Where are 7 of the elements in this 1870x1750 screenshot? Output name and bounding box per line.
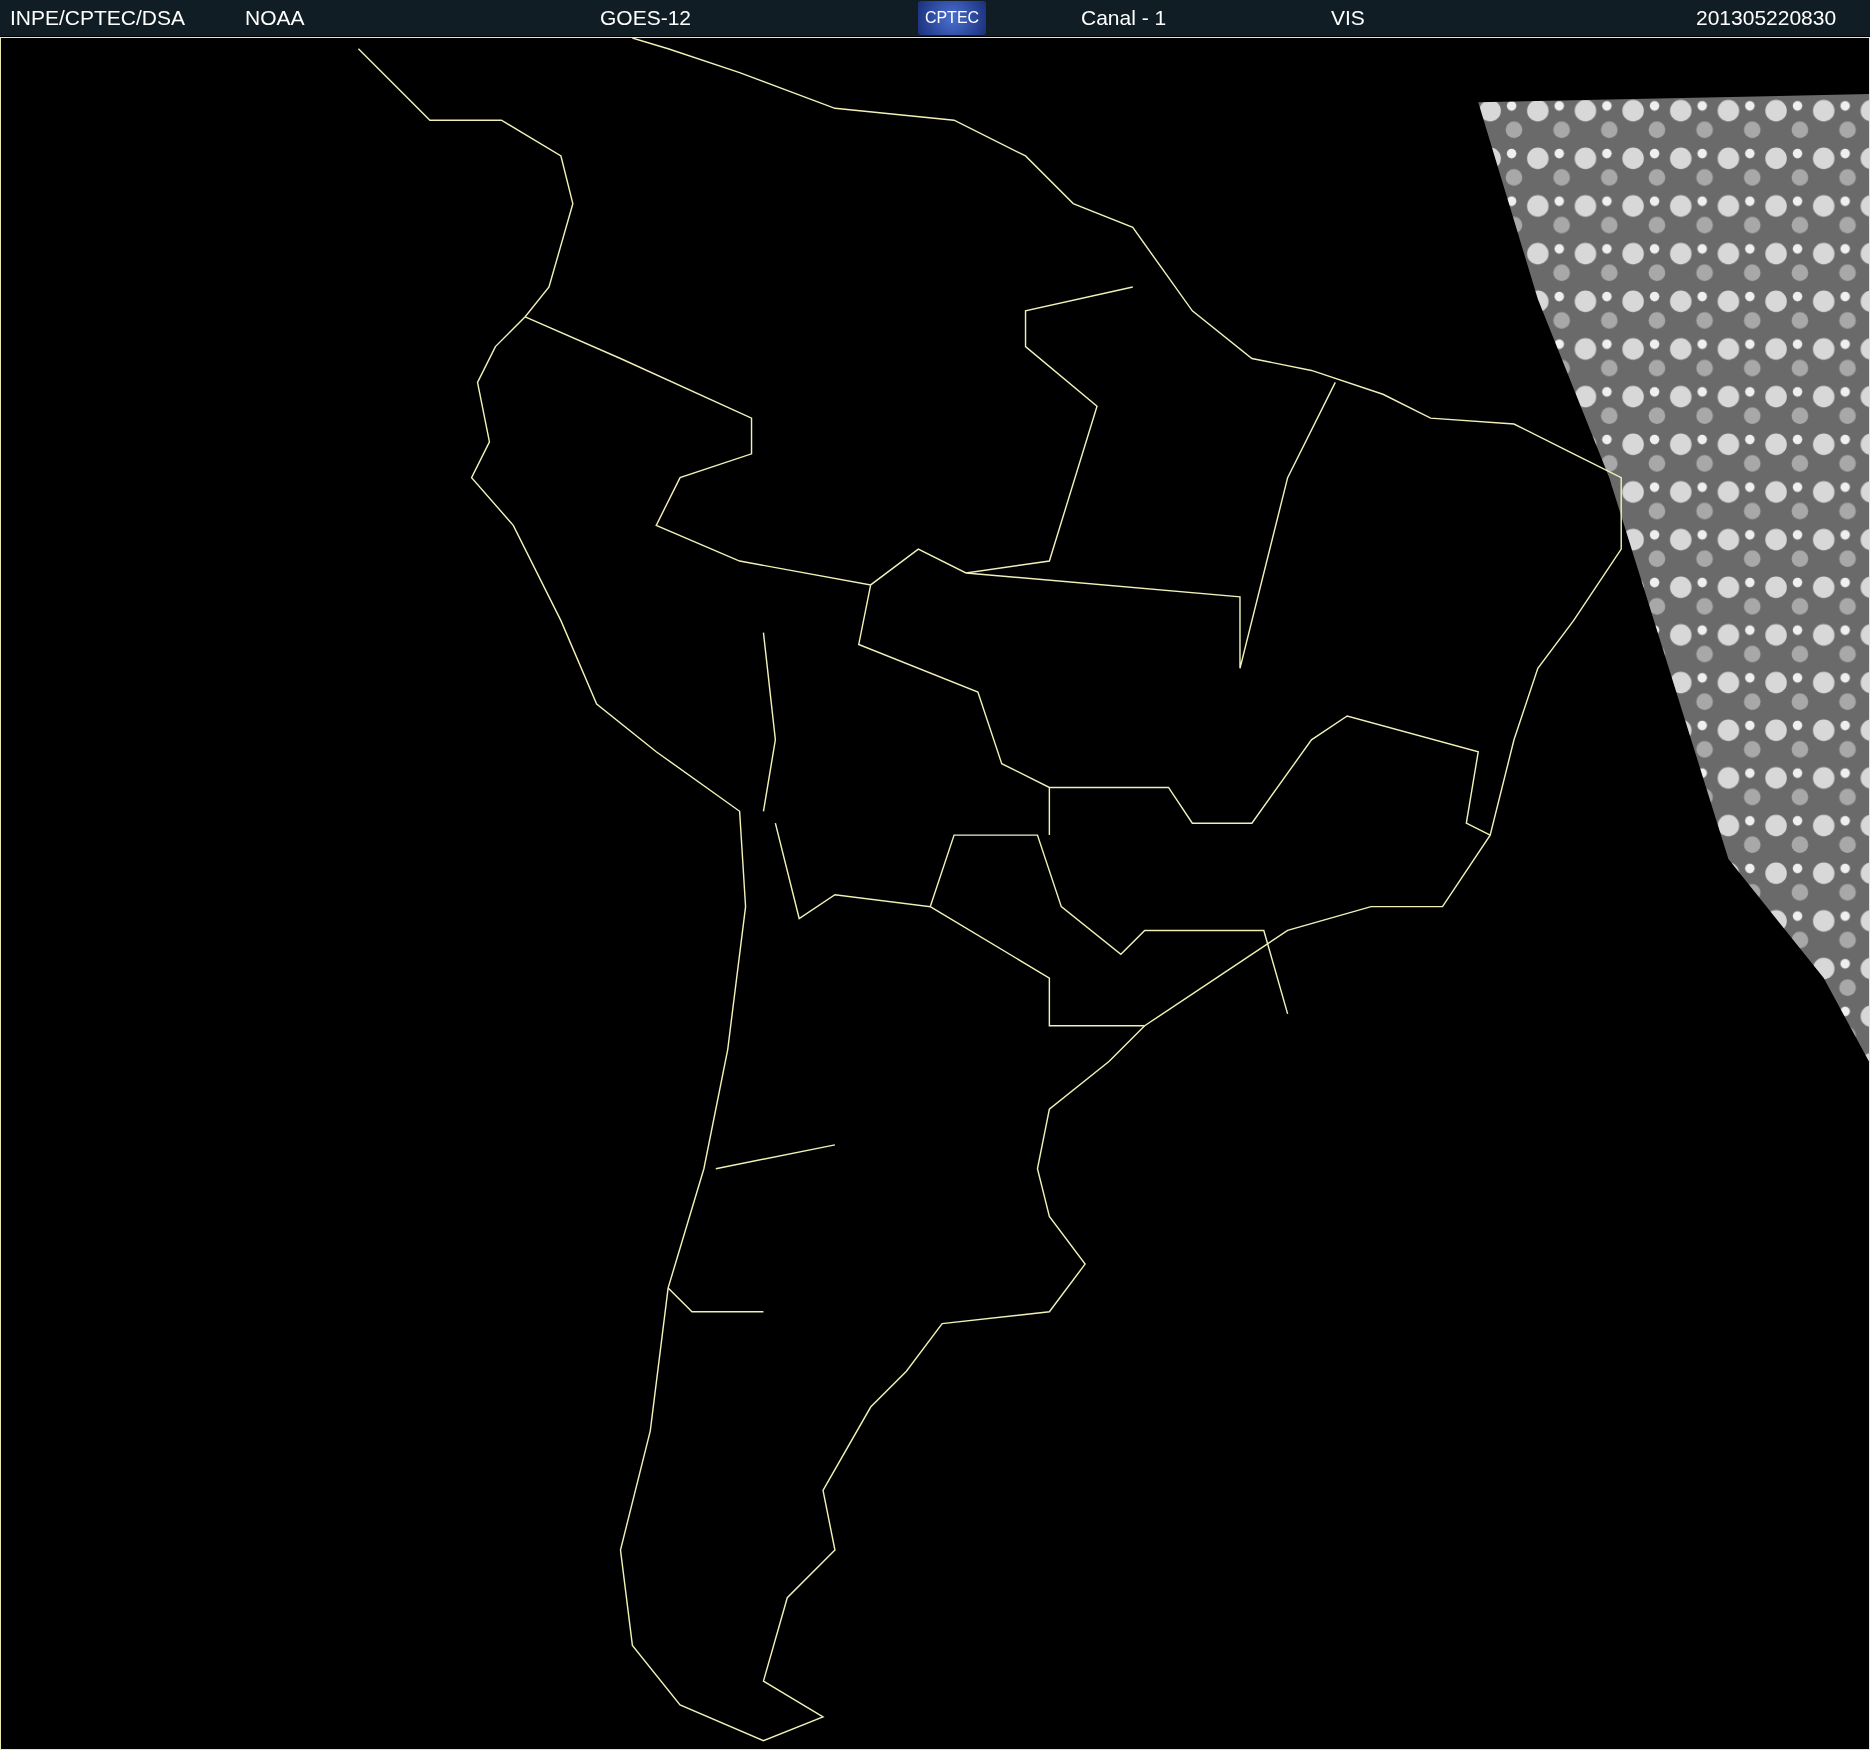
source-label: INPE/CPTEC/DSA: [10, 6, 187, 30]
satellite-label: GOES-12: [600, 6, 693, 30]
band-label: VIS: [1331, 6, 1366, 30]
channel-label: Canal - 1: [1081, 6, 1168, 30]
logo: CPTEC: [918, 1, 986, 35]
timestamp-label: 201305220830: [1696, 6, 1837, 30]
agency-label: NOAA: [245, 6, 306, 30]
